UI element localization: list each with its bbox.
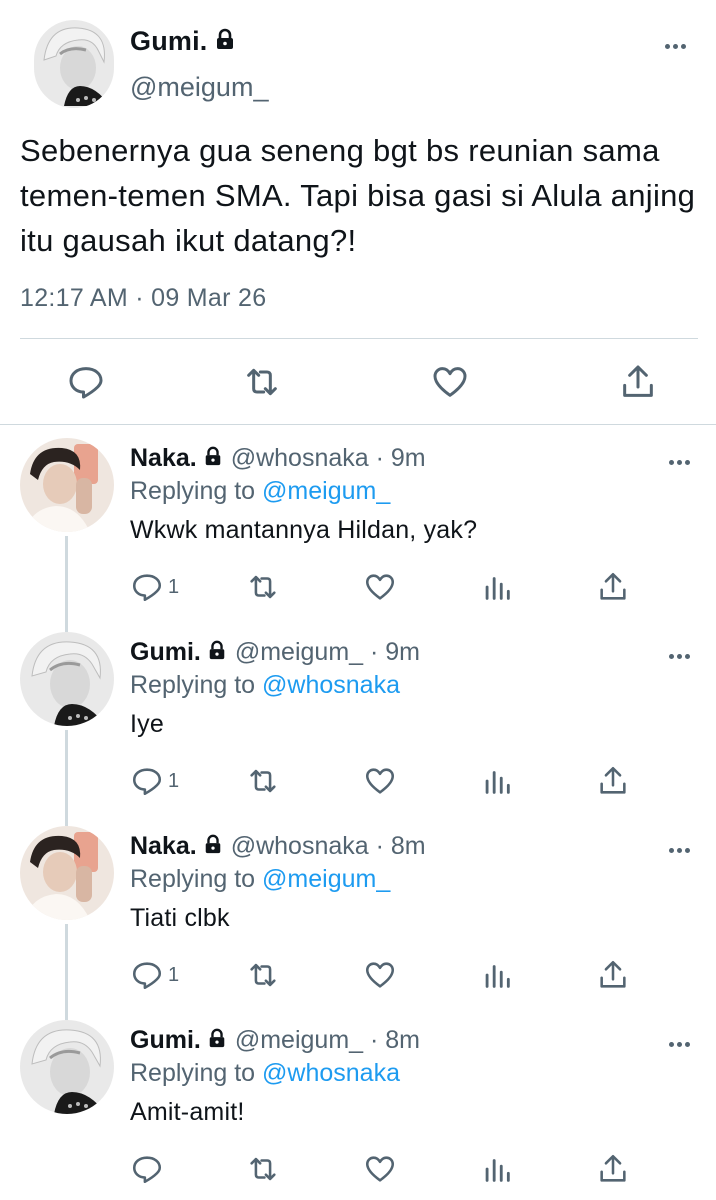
more-icon[interactable] bbox=[669, 1042, 690, 1047]
reply-icon[interactable] bbox=[130, 764, 164, 798]
reply-actions: 1 bbox=[0, 760, 716, 810]
share-icon[interactable] bbox=[596, 1152, 630, 1186]
reply-icon[interactable] bbox=[130, 570, 164, 604]
avatar[interactable] bbox=[20, 826, 114, 920]
retweet-icon[interactable] bbox=[242, 362, 282, 402]
replying-to-prefix: Replying to bbox=[130, 671, 263, 699]
reply-header: Naka. @whosnaka · 9m bbox=[130, 444, 426, 473]
avatar[interactable] bbox=[20, 1020, 114, 1114]
avatar[interactable] bbox=[34, 20, 114, 108]
analytics-icon[interactable] bbox=[480, 1152, 514, 1186]
reply-text: Wkwk mantannya Hildan, yak? bbox=[130, 516, 478, 544]
retweet-icon[interactable] bbox=[246, 1152, 280, 1186]
replying-to-prefix: Replying to bbox=[130, 477, 263, 505]
reply-text: Amit-amit! bbox=[130, 1098, 245, 1126]
author-name[interactable]: Gumi. bbox=[130, 26, 208, 57]
reply-count: 1 bbox=[168, 964, 180, 986]
reply-icon[interactable] bbox=[66, 362, 106, 402]
reply-actions: 1 bbox=[0, 566, 716, 616]
lock-icon bbox=[207, 1028, 227, 1053]
author-name[interactable]: Gumi. bbox=[130, 638, 201, 667]
lock-icon bbox=[203, 446, 223, 471]
reply-icon[interactable] bbox=[130, 958, 164, 992]
analytics-icon[interactable] bbox=[480, 958, 514, 992]
replying-to: Replying to @meigum_ bbox=[130, 865, 390, 894]
reply-tweet[interactable]: Naka. @whosnaka · 9m Replying to @meigum… bbox=[0, 426, 716, 632]
mention-link[interactable]: @whosnaka bbox=[262, 671, 400, 699]
reply-tweet[interactable]: Gumi. @meigum_ · 9m Replying to @whosnak… bbox=[0, 620, 716, 826]
reply-actions bbox=[0, 1148, 716, 1198]
lock-icon bbox=[203, 834, 223, 859]
mention-link[interactable]: @whosnaka bbox=[262, 1059, 400, 1087]
retweet-icon[interactable] bbox=[246, 958, 280, 992]
author-name[interactable]: Naka. bbox=[130, 832, 197, 861]
author-handle[interactable]: @meigum_ · 9m bbox=[235, 638, 420, 667]
analytics-icon[interactable] bbox=[480, 570, 514, 604]
avatar[interactable] bbox=[20, 632, 114, 726]
author-name[interactable]: Naka. bbox=[130, 444, 197, 473]
author-name-row: Gumi. bbox=[130, 26, 236, 57]
lock-icon bbox=[207, 640, 227, 665]
reply-text: Iye bbox=[130, 710, 164, 738]
share-icon[interactable] bbox=[596, 958, 630, 992]
share-icon[interactable] bbox=[596, 764, 630, 798]
like-icon[interactable] bbox=[363, 764, 397, 798]
author-handle[interactable]: @whosnaka · 9m bbox=[231, 444, 426, 473]
author-name[interactable]: Gumi. bbox=[130, 1026, 201, 1055]
share-icon[interactable] bbox=[618, 362, 658, 402]
like-icon[interactable] bbox=[363, 570, 397, 604]
analytics-icon[interactable] bbox=[480, 764, 514, 798]
tweet-text: Sebenernya gua seneng bgt bs reunian sam… bbox=[20, 133, 696, 258]
reply-count: 1 bbox=[168, 770, 180, 792]
reply-actions: 1 bbox=[0, 954, 716, 1004]
replying-to-prefix: Replying to bbox=[130, 1059, 263, 1087]
reply-header: Naka. @whosnaka · 8m bbox=[130, 832, 426, 861]
reply-header: Gumi. @meigum_ · 9m bbox=[130, 638, 420, 667]
retweet-icon[interactable] bbox=[246, 764, 280, 798]
author-handle[interactable]: @meigum_ bbox=[130, 72, 268, 103]
like-icon[interactable] bbox=[363, 958, 397, 992]
mention-link[interactable]: @meigum_ bbox=[262, 477, 390, 505]
like-icon[interactable] bbox=[363, 1152, 397, 1186]
retweet-icon[interactable] bbox=[246, 570, 280, 604]
tweet-timestamp[interactable]: 12:17 AM · 09 Mar 26 bbox=[20, 284, 266, 313]
like-icon[interactable] bbox=[430, 362, 470, 402]
author-handle[interactable]: @meigum_ · 8m bbox=[235, 1026, 420, 1055]
reply-header: Gumi. @meigum_ · 8m bbox=[130, 1026, 420, 1055]
more-icon[interactable] bbox=[669, 848, 690, 853]
reply-text: Tiati clbk bbox=[130, 904, 230, 932]
avatar[interactable] bbox=[20, 438, 114, 532]
divider bbox=[0, 424, 716, 425]
reply-tweet[interactable]: Naka. @whosnaka · 8m Replying to @meigum… bbox=[0, 814, 716, 1020]
more-icon[interactable] bbox=[669, 460, 690, 465]
more-icon[interactable] bbox=[669, 654, 690, 659]
more-icon[interactable] bbox=[665, 44, 686, 49]
reply-tweet[interactable]: Gumi. @meigum_ · 8m Replying to @whosnak… bbox=[0, 1008, 716, 1200]
mention-link[interactable]: @meigum_ bbox=[262, 865, 390, 893]
reply-count: 1 bbox=[168, 576, 180, 598]
replying-to: Replying to @meigum_ bbox=[130, 477, 390, 506]
replying-to: Replying to @whosnaka bbox=[130, 1059, 400, 1088]
tweet-actions bbox=[0, 338, 716, 424]
lock-icon bbox=[214, 28, 236, 55]
replying-to-prefix: Replying to bbox=[130, 865, 263, 893]
replying-to: Replying to @whosnaka bbox=[130, 671, 400, 700]
reply-icon[interactable] bbox=[130, 1152, 164, 1186]
main-tweet: Gumi. @meigum_ Sebenernya gua seneng bgt… bbox=[0, 0, 716, 424]
author-handle[interactable]: @whosnaka · 8m bbox=[231, 832, 426, 861]
share-icon[interactable] bbox=[596, 570, 630, 604]
